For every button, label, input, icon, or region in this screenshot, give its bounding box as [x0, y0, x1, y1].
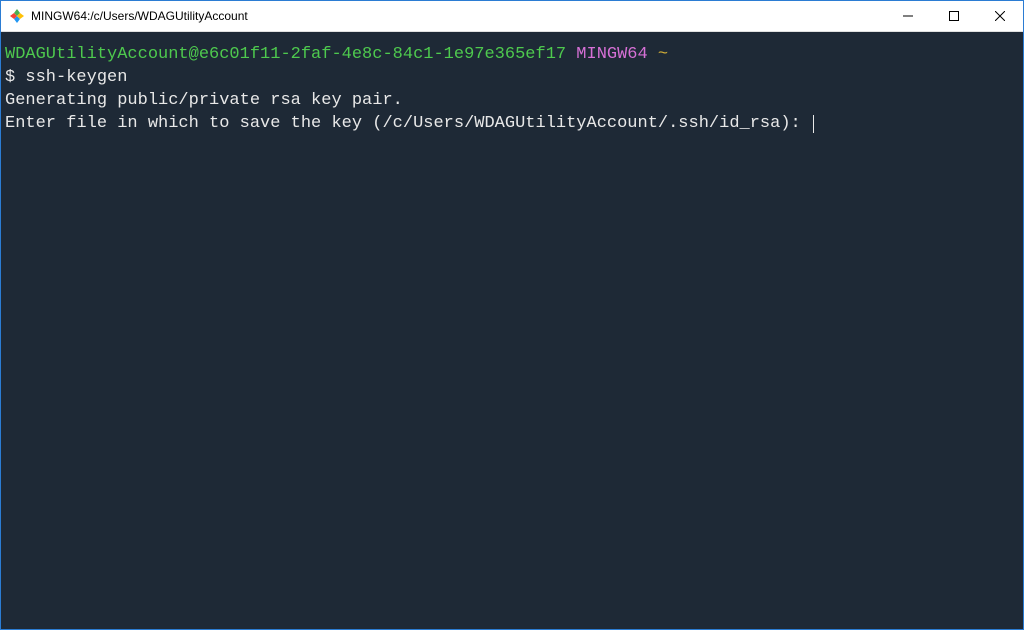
- window-title: MINGW64:/c/Users/WDAGUtilityAccount: [31, 9, 885, 23]
- close-button[interactable]: [977, 1, 1023, 31]
- app-icon: [9, 8, 25, 24]
- input-prompt-text: Enter file in which to save the key (/c/…: [5, 114, 811, 133]
- output-line: Generating public/private rsa key pair.: [5, 90, 1019, 113]
- user-host: WDAGUtilityAccount@e6c01f11-2faf-4e8c-84…: [5, 45, 566, 64]
- command-line: $ ssh-keygen: [5, 67, 1019, 90]
- prompt-symbol: $: [5, 68, 25, 87]
- window-controls: [885, 1, 1023, 31]
- minimize-button[interactable]: [885, 1, 931, 31]
- terminal-area[interactable]: WDAGUtilityAccount@e6c01f11-2faf-4e8c-84…: [1, 32, 1023, 629]
- terminal-window: MINGW64:/c/Users/WDAGUtilityAccount WDAG…: [0, 0, 1024, 630]
- titlebar[interactable]: MINGW64:/c/Users/WDAGUtilityAccount: [1, 1, 1023, 32]
- command-text: ssh-keygen: [25, 68, 127, 87]
- prompt-line: WDAGUtilityAccount@e6c01f11-2faf-4e8c-84…: [5, 44, 1019, 67]
- path: ~: [658, 45, 668, 64]
- input-prompt-line: Enter file in which to save the key (/c/…: [5, 113, 1019, 136]
- maximize-button[interactable]: [931, 1, 977, 31]
- system-label: MINGW64: [576, 45, 647, 64]
- cursor: [813, 115, 814, 133]
